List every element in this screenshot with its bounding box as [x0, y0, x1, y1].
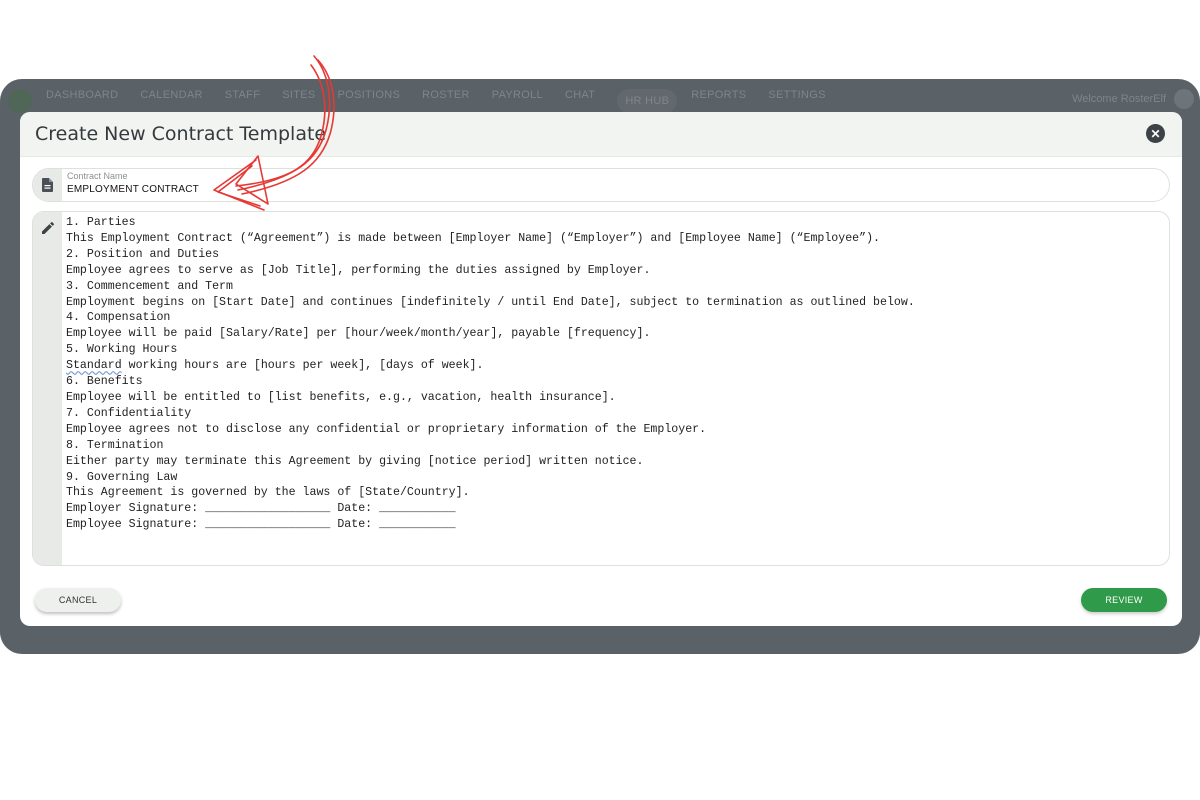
contract-name-content: Contract Name EMPLOYMENT CONTRACT — [62, 169, 1169, 201]
nav-item-payroll[interactable]: PAYROLL — [492, 89, 543, 113]
contract-body-line: 6. Benefits — [66, 375, 143, 389]
cancel-button[interactable]: CANCEL — [35, 588, 121, 612]
spellcheck-word: Standard — [66, 359, 122, 373]
document-icon — [33, 169, 62, 201]
nav-item-chat[interactable]: CHAT — [565, 89, 595, 113]
avatar — [1174, 89, 1194, 109]
modal-header: Create New Contract Template ✕ — [20, 112, 1182, 157]
contract-name-label: Contract Name — [67, 171, 128, 181]
review-button[interactable]: REVIEW — [1081, 588, 1167, 612]
contract-body-line: 1. Parties — [66, 216, 136, 229]
create-contract-template-modal: Create New Contract Template ✕ Contract … — [20, 112, 1182, 626]
contract-body-line: Standard working hours are [hours per we… — [66, 359, 484, 373]
contract-body-line: Employee agrees to serve as [Job Title],… — [66, 263, 651, 277]
contract-body-line: 4. Compensation — [66, 311, 171, 325]
app-logo-icon — [8, 89, 32, 113]
nav-item-roster[interactable]: ROSTER — [422, 89, 470, 113]
contract-body-line: 2. Position and Duties — [66, 247, 220, 261]
contract-body-line: Employee will be paid [Salary/Rate] per … — [66, 327, 651, 341]
contract-name-input[interactable]: EMPLOYMENT CONTRACT — [67, 184, 199, 195]
contract-body-line: 8. Termination — [66, 438, 164, 452]
nav-item-sites[interactable]: SITES — [282, 89, 315, 113]
contract-body-line: This Employment Contract (“Agreement”) i… — [66, 231, 881, 245]
nav-item-calendar[interactable]: CALENDAR — [140, 89, 202, 113]
contract-body-line: Employee Signature: __________________ D… — [66, 518, 456, 532]
contract-body-textarea[interactable]: 1. Parties This Employment Contract (“Agr… — [32, 211, 1170, 566]
nav-item-reports[interactable]: REPORTS — [691, 89, 746, 113]
contract-body-line: 3. Commencement and Term — [66, 279, 233, 293]
contract-body-line: Employment begins on [Start Date] and co… — [66, 295, 915, 309]
nav-item-dashboard[interactable]: DASHBOARD — [46, 89, 118, 113]
contract-body-line: 7. Confidentiality — [66, 406, 192, 420]
contract-body-line: Employee agrees not to disclose any conf… — [66, 422, 707, 436]
contract-body-text[interactable]: 1. Parties This Employment Contract (“Agr… — [62, 212, 915, 565]
welcome-text: Welcome RosterElf — [1072, 93, 1166, 105]
nav-item-settings[interactable]: SETTINGS — [768, 89, 825, 113]
contract-body-line: Employee will be entitled to [list benef… — [66, 390, 616, 404]
nav-items: DASHBOARD CALENDAR STAFF SITES POSITIONS ROST… — [46, 89, 848, 113]
contract-body-line: This Agreement is governed by the laws o… — [66, 486, 470, 500]
contract-body-line: 9. Governing Law — [66, 470, 178, 484]
nav-item-hr-hub[interactable]: HR HUB — [617, 89, 678, 113]
nav-item-staff[interactable]: STAFF — [225, 89, 261, 113]
contract-body-line: 5. Working Hours — [66, 343, 178, 357]
contract-body-line: Employer Signature: __________________ D… — [66, 502, 456, 516]
close-icon[interactable]: ✕ — [1146, 124, 1165, 143]
contract-name-field[interactable]: Contract Name EMPLOYMENT CONTRACT — [32, 168, 1170, 202]
nav-item-positions[interactable]: POSITIONS — [338, 89, 401, 113]
modal-title: Create New Contract Template — [35, 123, 327, 145]
contract-body-line: Either party may terminate this Agreemen… — [66, 454, 644, 468]
pencil-icon — [33, 212, 62, 565]
